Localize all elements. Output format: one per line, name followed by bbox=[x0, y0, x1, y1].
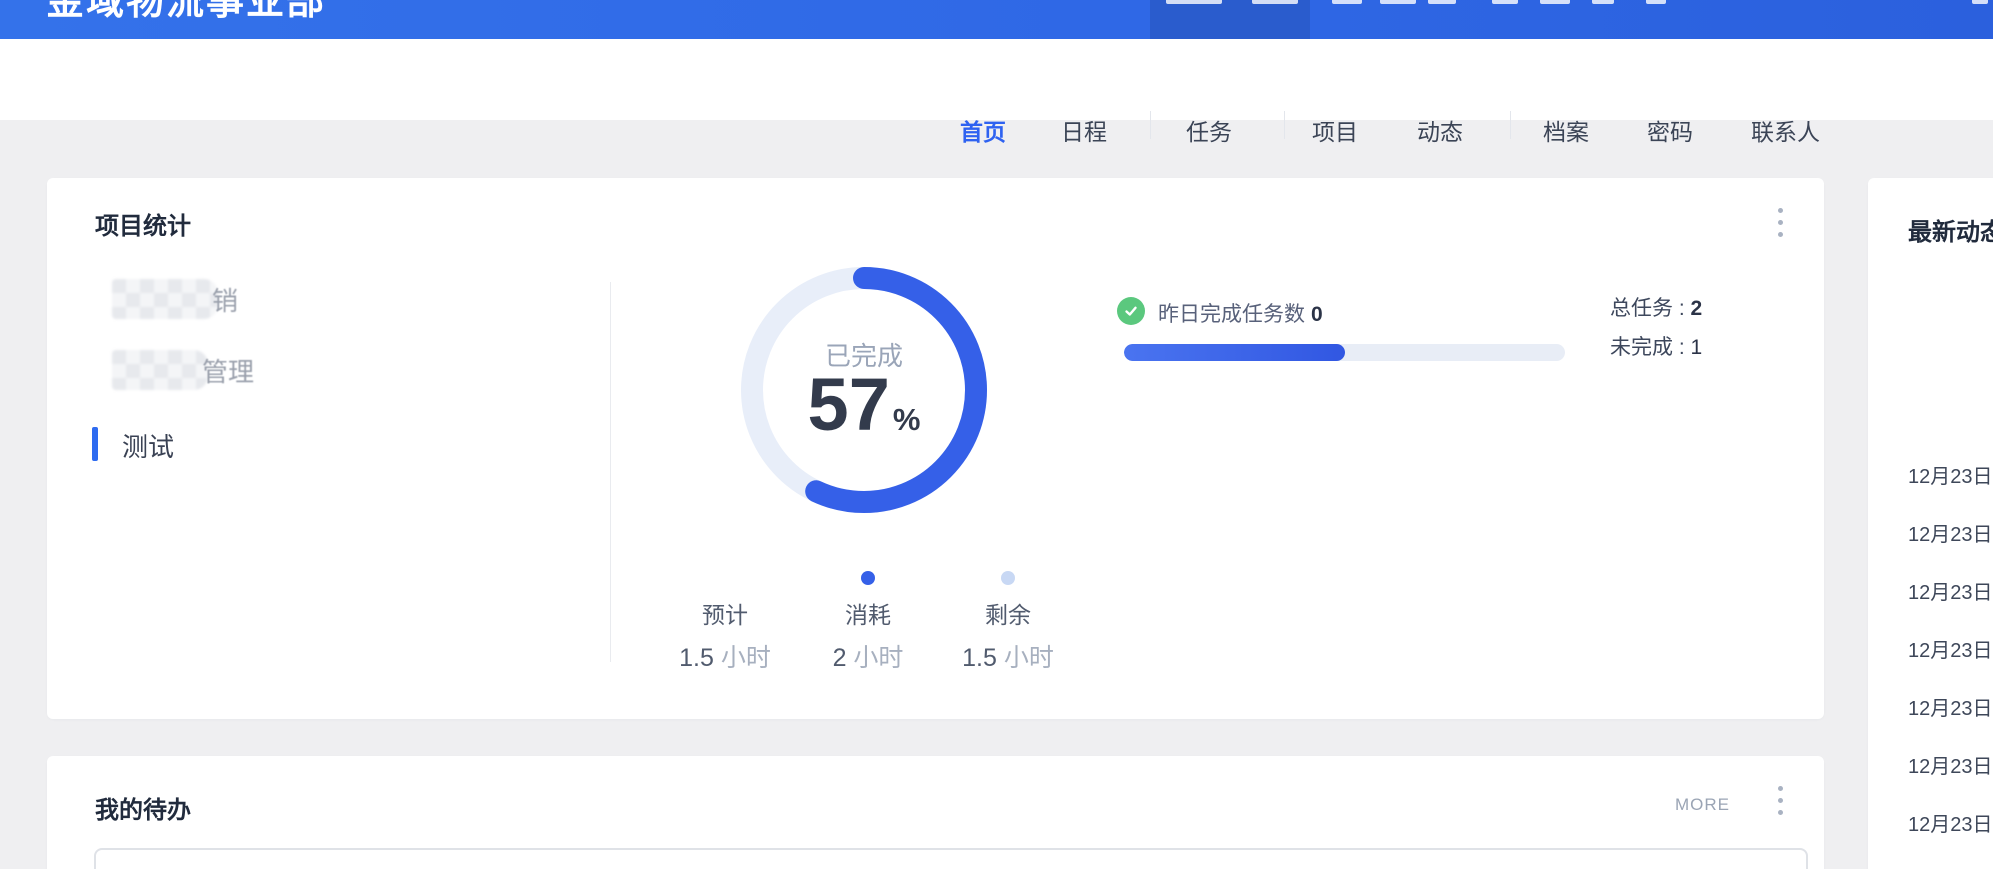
tab-activity[interactable]: 动态 bbox=[1417, 113, 1463, 147]
todo-list-container bbox=[94, 848, 1808, 869]
nav-divider bbox=[1510, 111, 1511, 139]
org-title: 金域物流事业部 bbox=[46, 0, 327, 23]
check-circle-icon bbox=[1117, 297, 1145, 325]
activity-item[interactable]: 12月23日 bbox=[1908, 463, 1993, 491]
clipped-menu-text bbox=[1972, 0, 1988, 4]
todo-title: 我的待办 bbox=[95, 797, 191, 824]
project-list-item[interactable]: 销 bbox=[112, 278, 238, 320]
todo-more-link[interactable]: MORE bbox=[1675, 795, 1730, 815]
legend-dot-remaining bbox=[1001, 571, 1015, 585]
unfinished-tasks: 未完成 : 1 bbox=[1610, 336, 1703, 359]
legend-remaining: 剩余 1.5 小时 bbox=[962, 602, 1054, 672]
donut-percent-value: 57 bbox=[807, 363, 890, 446]
legend-dot-consumed bbox=[861, 571, 875, 585]
tab-projects[interactable]: 项目 bbox=[1312, 113, 1358, 147]
tab-passwords[interactable]: 密码 bbox=[1647, 113, 1693, 147]
activity-item[interactable]: 12月23日 bbox=[1908, 753, 1993, 781]
kebab-menu-icon[interactable] bbox=[1770, 780, 1790, 820]
kebab-menu-icon[interactable] bbox=[1770, 202, 1790, 242]
project-list-item-selected[interactable]: 测试 bbox=[122, 424, 174, 466]
project-label: 测试 bbox=[122, 431, 175, 462]
total-tasks: 总任务 : 2 bbox=[1610, 297, 1703, 320]
module-nav-bar: 首页 日程 任务 项目 动态 档案 密码 联系人 bbox=[0, 39, 1993, 145]
activity-panel: 最新动态 12月23日 12月23日 12月23日 12月23日 12月23日 … bbox=[1868, 178, 1993, 869]
legend-estimated: 预计 1.5 小时 bbox=[679, 602, 771, 672]
activity-item[interactable]: 12月23日 bbox=[1908, 695, 1993, 723]
clipped-menu-text bbox=[1540, 0, 1570, 4]
donut-percent-sign: % bbox=[892, 402, 921, 437]
clipped-menu-text bbox=[1332, 0, 1362, 4]
tab-home[interactable]: 首页 bbox=[960, 113, 1006, 147]
top-app-bar: 金域物流事业部 bbox=[0, 0, 1993, 39]
donut-percent: 57 % bbox=[740, 368, 988, 442]
activity-item[interactable]: 12月23日 bbox=[1908, 579, 1993, 607]
tasks-progress-fill bbox=[1124, 344, 1345, 361]
tab-tasks[interactable]: 任务 bbox=[1186, 113, 1232, 147]
yesterday-completed: 昨日完成任务数 0 bbox=[1158, 303, 1323, 326]
activity-item[interactable]: 12月23日 bbox=[1908, 637, 1993, 665]
legend-consumed: 消耗 2 小时 bbox=[832, 602, 904, 672]
vertical-divider bbox=[610, 282, 611, 662]
project-stats-title: 项目统计 bbox=[95, 213, 191, 240]
activity-title: 最新动态 bbox=[1908, 219, 1993, 246]
activity-item[interactable]: 12月23日 bbox=[1908, 521, 1993, 549]
tab-archives[interactable]: 档案 bbox=[1543, 113, 1589, 147]
topbar-selected-menu-item[interactable] bbox=[1150, 0, 1310, 39]
clipped-menu-text bbox=[1380, 0, 1416, 4]
redacted-text bbox=[112, 350, 208, 390]
nav-divider bbox=[1150, 111, 1151, 139]
dashboard-page: 金域物流事业部 首页 日程 任务 项目 动态 档案 密码 联系人 项目统计 销 bbox=[0, 0, 1993, 869]
tab-schedule[interactable]: 日程 bbox=[1061, 113, 1107, 147]
activity-list: 12月23日 12月23日 12月23日 12月23日 12月23日 12月23… bbox=[1908, 463, 1993, 869]
yesterday-value: 0 bbox=[1311, 303, 1323, 326]
project-label: 管理 bbox=[202, 356, 255, 387]
clipped-menu-text bbox=[1592, 0, 1614, 4]
selected-project-indicator bbox=[92, 427, 98, 461]
project-label: 销 bbox=[212, 285, 239, 316]
project-list-item[interactable]: 管理 bbox=[112, 349, 254, 391]
redacted-text bbox=[112, 279, 218, 319]
clipped-menu-text bbox=[1428, 0, 1456, 4]
clipped-menu-text bbox=[1646, 0, 1666, 4]
tasks-progress-bar bbox=[1124, 344, 1565, 361]
clipped-menu-text bbox=[1492, 0, 1518, 4]
tab-contacts[interactable]: 联系人 bbox=[1751, 113, 1820, 147]
activity-item[interactable]: 12月23日 bbox=[1908, 811, 1993, 839]
nav-divider bbox=[1284, 111, 1285, 139]
